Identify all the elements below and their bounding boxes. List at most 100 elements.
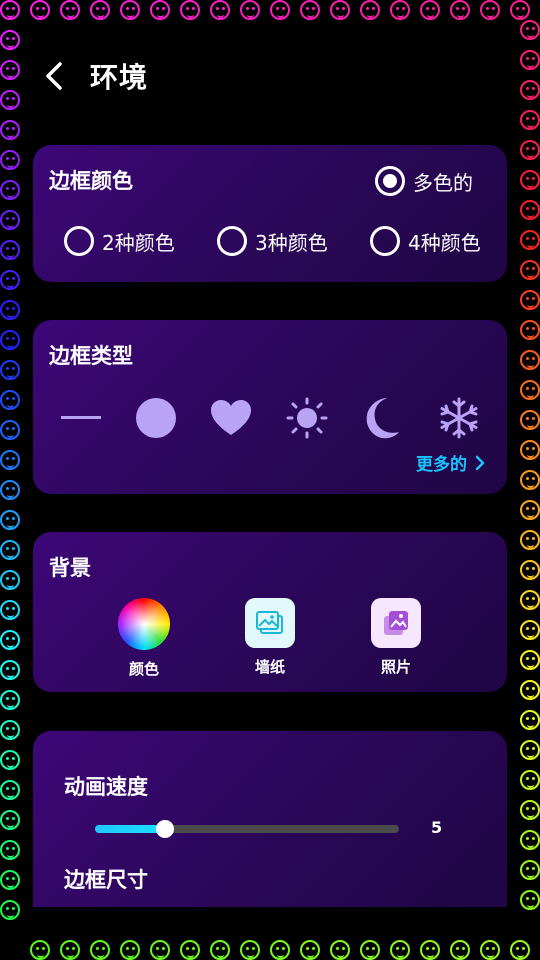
emoji-face-icon (0, 210, 20, 230)
emoji-face-icon (520, 770, 540, 790)
emoji-face-icon (520, 170, 540, 190)
background-title: 背景 (49, 556, 91, 580)
background-option-color[interactable]: 颜色 (104, 598, 184, 679)
radio-4-colors-label: 4种颜色 (408, 230, 481, 255)
emoji-face-icon (510, 0, 530, 20)
emoji-face-icon (0, 180, 20, 200)
emoji-face-icon (520, 200, 540, 220)
border-type-title: 边框类型 (49, 344, 133, 368)
emoji-face-icon (150, 940, 170, 960)
emoji-face-icon (520, 20, 540, 40)
radio-3-colors[interactable]: 3种颜色 (217, 226, 328, 256)
background-option-wallpaper-label: 墙纸 (254, 658, 285, 676)
heart-icon[interactable] (207, 394, 255, 442)
emoji-face-icon (30, 940, 50, 960)
emoji-face-icon (390, 940, 410, 960)
emoji-face-icon (60, 940, 80, 960)
emoji-face-icon (520, 320, 540, 340)
emoji-face-icon (520, 800, 540, 820)
emoji-face-icon (420, 0, 440, 20)
emoji-face-icon (0, 480, 20, 500)
emoji-face-icon (270, 940, 290, 960)
emoji-face-icon (520, 140, 540, 160)
emoji-face-icon (0, 0, 20, 20)
background-option-color-label: 颜色 (128, 660, 159, 678)
emoji-face-icon (0, 630, 20, 650)
back-arrow-icon (46, 62, 62, 90)
emoji-face-icon (60, 0, 80, 20)
emoji-face-icon (0, 450, 20, 470)
animation-speed-value: 5 (431, 818, 443, 837)
emoji-face-icon (520, 860, 540, 880)
emoji-face-icon (330, 940, 350, 960)
emoji-face-icon (0, 390, 20, 410)
background-option-wallpaper[interactable]: 墙纸 (230, 598, 310, 677)
emoji-face-icon (300, 0, 320, 20)
border-color-title: 边框颜色 (49, 169, 133, 193)
emoji-face-icon (180, 940, 200, 960)
emoji-face-icon (450, 0, 470, 20)
emoji-face-icon (420, 940, 440, 960)
moon-icon[interactable] (359, 394, 407, 442)
chevron-right-icon (475, 455, 485, 470)
radio-multicolor-label: 多色的 (413, 170, 473, 195)
emoji-face-icon (240, 940, 260, 960)
emoji-face-icon (240, 0, 260, 20)
emoji-face-icon (520, 110, 540, 130)
emoji-face-icon (520, 680, 540, 700)
emoji-face-icon (520, 410, 540, 430)
emoji-face-icon (520, 470, 540, 490)
circle-icon[interactable] (132, 394, 180, 442)
page-title: 环境 (90, 61, 149, 94)
slider-fill (95, 825, 165, 833)
border-type-card: 边框类型 更多的 (33, 320, 507, 494)
background-option-photo[interactable]: 照片 (356, 598, 436, 677)
background-option-photo-label: 照片 (380, 658, 411, 676)
emoji-face-icon (0, 420, 20, 440)
emoji-face-icon (520, 260, 540, 280)
emoji-face-icon (520, 50, 540, 70)
snowflake-icon[interactable] (435, 394, 483, 442)
emoji-face-icon (120, 0, 140, 20)
sun-icon[interactable] (283, 394, 331, 442)
emoji-face-icon (0, 90, 20, 110)
emoji-face-icon (0, 690, 20, 710)
line-icon[interactable] (57, 394, 105, 442)
emoji-face-icon (520, 650, 540, 670)
emoji-face-icon (0, 30, 20, 50)
emoji-face-icon (520, 620, 540, 640)
emoji-face-icon (480, 940, 500, 960)
emoji-face-icon (520, 290, 540, 310)
emoji-face-icon (270, 0, 290, 20)
emoji-face-icon (0, 120, 20, 140)
emoji-face-icon (510, 940, 530, 960)
emoji-face-icon (330, 0, 350, 20)
slider-thumb[interactable] (155, 820, 174, 838)
back-button[interactable] (44, 59, 78, 93)
app-header: 环境 (44, 52, 148, 100)
emoji-face-icon (0, 870, 20, 890)
radio-2-colors-indicator (64, 226, 94, 256)
radio-2-colors[interactable]: 2种颜色 (64, 226, 175, 256)
emoji-face-icon (520, 830, 540, 850)
emoji-face-icon (210, 0, 230, 20)
radio-3-colors-label: 3种颜色 (255, 230, 328, 255)
emoji-face-icon (0, 360, 20, 380)
more-shapes-link[interactable]: 更多的 (416, 450, 485, 475)
emoji-face-icon (0, 900, 20, 920)
radio-multicolor[interactable]: 多色的 (375, 166, 473, 196)
emoji-face-icon (450, 940, 470, 960)
photo-icon (371, 598, 421, 648)
emoji-face-icon (520, 80, 540, 100)
emoji-face-icon (0, 60, 20, 80)
radio-4-colors[interactable]: 4种颜色 (370, 226, 481, 256)
emoji-face-icon (360, 940, 380, 960)
emoji-face-icon (0, 570, 20, 590)
emoji-face-icon (0, 330, 20, 350)
animation-speed-slider[interactable] (95, 820, 399, 838)
emoji-face-icon (30, 0, 50, 20)
emoji-face-icon (520, 500, 540, 520)
emoji-face-icon (520, 380, 540, 400)
animation-speed-title: 动画速度 (64, 775, 148, 799)
emoji-face-icon (90, 0, 110, 20)
